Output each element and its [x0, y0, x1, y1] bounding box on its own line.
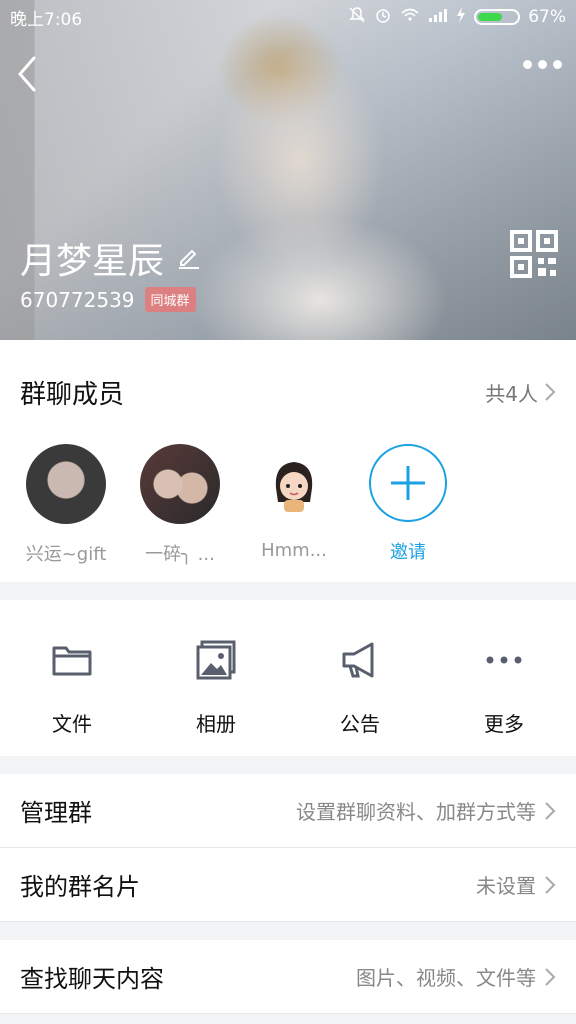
signal-icon — [428, 7, 448, 28]
row-title: 查找聊天内容 — [20, 965, 164, 993]
album-button[interactable]: 相册 — [144, 600, 288, 756]
row-value: 图片、视频、文件等 — [356, 966, 536, 990]
avatar — [140, 444, 220, 524]
settings-list: 管理群 设置群聊资料、加群方式等 我的群名片 未设置 — [0, 774, 576, 922]
member-name: 兴运~gift — [25, 544, 107, 565]
megaphone-icon — [342, 642, 374, 678]
qr-code-button[interactable] — [510, 230, 558, 278]
invite-member-button[interactable]: 邀请 — [366, 444, 450, 566]
announcement-label: 公告 — [340, 712, 380, 736]
chevron-right-icon — [545, 967, 556, 986]
chevron-right-icon — [545, 383, 556, 401]
member-name: Hmm... — [261, 540, 327, 561]
group-actions: 文件 相册 公告 更多 — [0, 600, 576, 756]
more-options-button[interactable] — [523, 60, 562, 69]
back-arrow-icon — [18, 56, 36, 92]
files-label: 文件 — [52, 712, 92, 736]
invite-label: 邀请 — [390, 542, 426, 563]
edit-name-icon[interactable] — [176, 238, 202, 279]
chevron-right-icon — [545, 801, 556, 820]
members-title: 群聊成员 — [20, 379, 125, 410]
folder-icon — [52, 646, 92, 676]
album-label: 相册 — [196, 712, 236, 736]
more-button[interactable]: 更多 — [432, 600, 576, 756]
member-name: 一碎╮ ... — [145, 544, 215, 565]
row-value: 设置群聊资料、加群方式等 — [296, 800, 536, 824]
avatar — [26, 444, 106, 524]
plus-icon — [391, 466, 425, 500]
members-header[interactable]: 群聊成员 共4人 — [0, 340, 576, 444]
back-button[interactable] — [10, 52, 46, 96]
group-name: 月梦星辰 — [20, 241, 165, 282]
status-time: 晚上7:06 — [10, 9, 83, 30]
members-count: 共4人 — [485, 381, 538, 406]
wifi-icon — [400, 7, 420, 28]
alarm-icon — [374, 6, 392, 29]
chevron-right-icon — [545, 875, 556, 894]
group-number: 670772539 — [20, 287, 135, 312]
battery-percent: 67% — [528, 7, 566, 27]
row-value: 未设置 — [476, 874, 536, 898]
group-header: 晚上7:06 67% 月梦星辰 670772539 同城群 — [0, 0, 576, 340]
search-chat-row[interactable]: 查找聊天内容 图片、视频、文件等 — [0, 940, 576, 1014]
member-item[interactable]: 一碎╮ ... — [138, 444, 222, 566]
member-avatar-list: 兴运~gift 一碎╮ ... Hmm... 邀请 — [0, 444, 576, 566]
charging-icon — [456, 6, 466, 28]
avatar — [254, 444, 334, 524]
members-section: 群聊成员 共4人 兴运~gift 一碎╮ ... Hmm... 邀请 — [0, 340, 576, 582]
row-title: 我的群名片 — [20, 873, 140, 901]
manage-group-row[interactable]: 管理群 设置群聊资料、加群方式等 — [0, 774, 576, 848]
group-type-badge: 同城群 — [144, 287, 196, 312]
my-group-card-row[interactable]: 我的群名片 未设置 — [0, 848, 576, 922]
status-bar: 晚上7:06 67% — [0, 0, 576, 34]
more-icon — [486, 656, 522, 664]
battery-icon — [474, 9, 521, 25]
member-item[interactable]: 兴运~gift — [24, 444, 108, 566]
files-button[interactable]: 文件 — [0, 600, 144, 756]
qr-code-icon — [510, 230, 558, 278]
announcement-button[interactable]: 公告 — [288, 600, 432, 756]
member-item[interactable]: Hmm... — [252, 444, 336, 566]
more-label: 更多 — [484, 712, 524, 736]
mute-icon — [348, 6, 366, 29]
search-section: 查找聊天内容 图片、视频、文件等 — [0, 940, 576, 1014]
row-title: 管理群 — [20, 799, 92, 827]
battery-level — [478, 13, 503, 21]
album-icon — [196, 640, 236, 680]
